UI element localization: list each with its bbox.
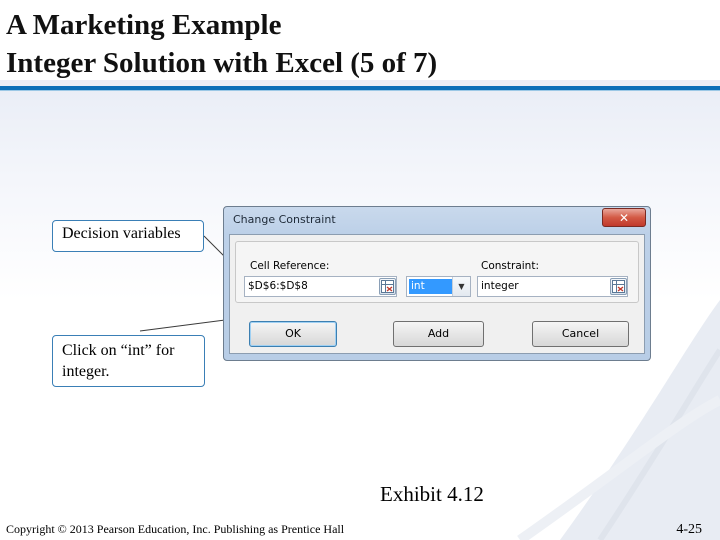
change-constraint-dialog: Change Constraint ✕ Cell Reference: Cons… — [223, 206, 651, 361]
chevron-down-icon[interactable]: ▼ — [452, 277, 470, 296]
title-line-2: Integer Solution with Excel (5 of 7) — [6, 47, 438, 79]
add-button[interactable]: Add — [393, 321, 484, 347]
dialog-body: Cell Reference: Constraint: $D$6:$D$8 in… — [229, 234, 645, 354]
title-line-1: A Marketing Example — [6, 9, 282, 41]
callout-decision-variables-text: Decision variables — [62, 225, 181, 242]
cancel-button[interactable]: Cancel — [532, 321, 629, 347]
copyright-notice: Copyright © 2013 Pearson Education, Inc.… — [6, 522, 345, 536]
dialog-title: Change Constraint — [233, 213, 336, 226]
cell-reference-input[interactable]: $D$6:$D$8 — [244, 276, 397, 297]
callout-click-int-line-1: Click on “int” for — [62, 342, 175, 359]
title-rule-highlight — [0, 90, 720, 91]
exhibit-label: Exhibit 4.12 — [380, 482, 484, 506]
range-select-icon — [381, 280, 394, 293]
constraint-picker-button[interactable] — [610, 278, 627, 295]
callout-click-int-line-2: integer. — [62, 363, 110, 380]
callout-decision-variables: Decision variables — [52, 220, 204, 252]
constraint-label: Constraint: — [481, 260, 539, 272]
constraint-input[interactable]: integer — [477, 276, 628, 297]
callout-click-int: Click on “int” for integer. — [52, 335, 205, 387]
ok-button[interactable]: OK — [249, 321, 337, 347]
cell-reference-label: Cell Reference: — [250, 260, 330, 272]
operator-selected-value: int — [409, 279, 453, 294]
close-icon: ✕ — [618, 211, 630, 225]
range-select-icon — [612, 280, 625, 293]
slide-title: A Marketing Example Integer Solution wit… — [6, 6, 437, 82]
operator-select[interactable]: int ▼ — [406, 276, 471, 297]
page-number: 4-25 — [676, 522, 702, 537]
close-button[interactable]: ✕ — [602, 208, 646, 227]
cell-reference-picker-button[interactable] — [379, 278, 396, 295]
